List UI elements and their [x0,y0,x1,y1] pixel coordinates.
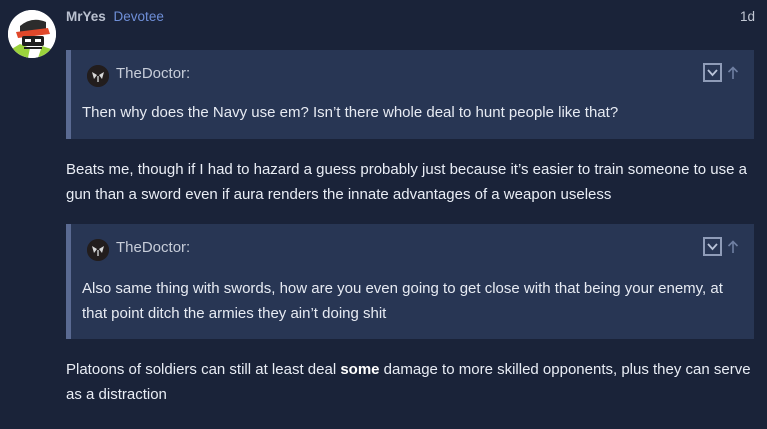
quote-author[interactable]: TheDoctor: [116,65,190,82]
quote-author-avatar[interactable] [87,65,109,87]
user-avatar[interactable] [8,10,56,58]
quote-author-avatar[interactable] [87,239,109,261]
quote-author[interactable]: TheDoctor: [116,239,190,256]
quote-text: Also same thing with swords, how are you… [82,280,723,322]
go-to-quoted-post-button[interactable] [726,239,740,255]
post-paragraph: Beats me, though if I had to hazard a gu… [66,161,747,203]
quote-controls [703,237,740,256]
arrow-up-icon [727,65,739,79]
username[interactable]: MrYes [66,9,106,24]
quote-author-avatar-icon [87,65,109,87]
post-date[interactable]: 1d [740,9,755,24]
quote-controls [703,63,740,82]
post-paragraph: Platoons of soldiers can still at least … [66,357,756,407]
expand-quote-button[interactable] [703,63,722,82]
user-title: Devotee [113,9,164,24]
paragraph-text: Platoons of soldiers can still at least … [66,361,341,378]
quote-block: TheDoctor: Also same thing with swords, … [66,224,754,339]
quote-author-avatar-icon [87,239,109,261]
quote-block: TheDoctor: Then why does the Navy use em… [66,50,754,139]
chevron-down-icon [707,68,718,76]
user-avatar-icon [8,10,56,58]
chevron-down-icon [707,242,718,250]
arrow-up-icon [727,239,739,253]
quote-text: Then why does the Navy use em? Isn’t the… [82,104,619,121]
go-to-quoted-post-button[interactable] [726,65,740,81]
post-header: MrYes Devotee [66,9,164,24]
emphasized-text: some [340,361,380,378]
expand-quote-button[interactable] [703,237,722,256]
